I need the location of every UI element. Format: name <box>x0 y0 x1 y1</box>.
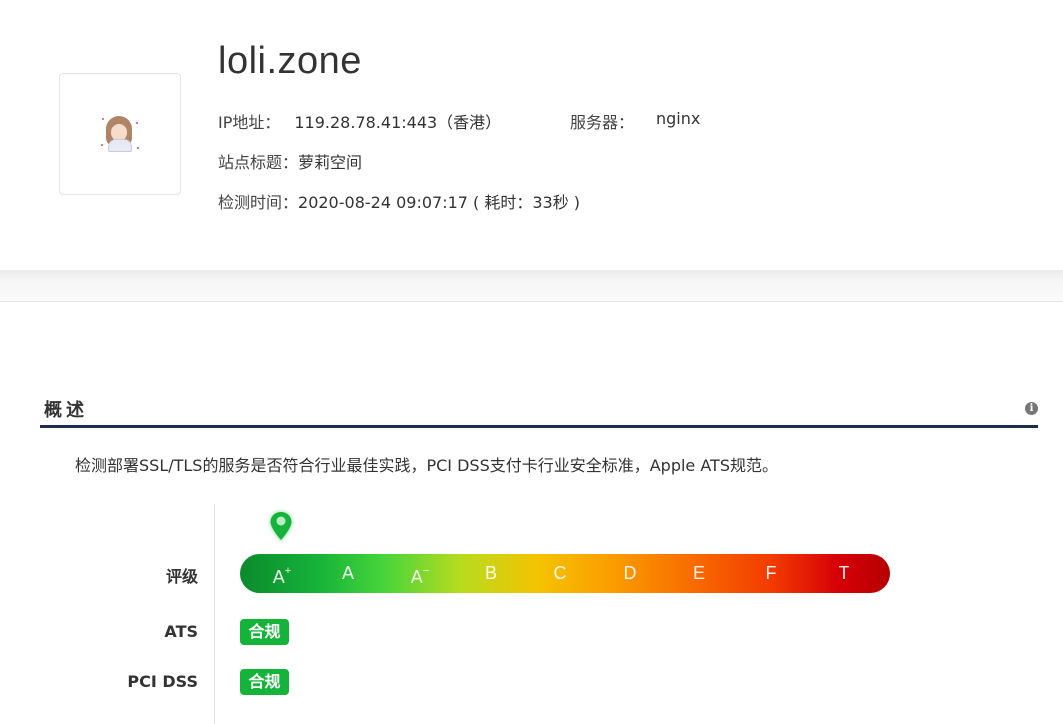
grade-f: F <box>765 563 777 583</box>
server-label: 服务器： <box>570 113 635 132</box>
overview-title: 概述 <box>44 400 88 421</box>
grade-c: C <box>553 563 567 583</box>
pci-dss-label: PCI DSS <box>127 672 198 691</box>
rating-label: 评级 <box>165 567 198 586</box>
pci-dss-status-badge: 合规 <box>240 669 289 695</box>
site-thumbnail <box>59 73 181 195</box>
ip-value: 119.28.78.41:443（香港） <box>294 113 502 132</box>
site-domain-title: loli.zone <box>218 40 362 82</box>
grade-a-minus: A− <box>410 565 430 587</box>
check-time-row: 检测时间：2020-08-24 09:07:17 ( 耗时：33秒 ) <box>218 189 580 213</box>
grade-b: B <box>484 563 497 583</box>
label-column-divider <box>214 504 215 724</box>
section-divider <box>0 270 1063 302</box>
ats-status-badge: 合规 <box>240 619 289 645</box>
site-title-value: 萝莉空间 <box>298 153 363 172</box>
grade-e: E <box>692 563 705 583</box>
check-time-label: 检测时间： <box>218 193 299 212</box>
rating-marker-pin-icon <box>269 511 293 542</box>
grade-t: T <box>838 563 850 583</box>
ip-label: IP地址： <box>218 113 281 132</box>
site-title-row: 站点标题：萝莉空间 <box>218 149 362 173</box>
grade-a-plus: A+ <box>272 565 292 587</box>
site-title-label: 站点标题： <box>218 153 299 172</box>
server-value: nginx <box>656 109 701 128</box>
grade-d: D <box>623 563 637 583</box>
grade-a: A <box>341 563 354 583</box>
check-time-value: 2020-08-24 09:07:17 ( 耗时：33秒 ) <box>298 193 581 212</box>
ip-row: IP地址： 119.28.78.41:443（香港） <box>218 109 501 133</box>
site-favicon-icon <box>100 114 140 154</box>
info-icon[interactable]: i <box>1025 402 1038 415</box>
overview-underline <box>40 425 1038 428</box>
overview-description: 检测部署SSL/TLS的服务是否符合行业最佳实践，PCI DSS支付卡行业安全标… <box>75 456 778 475</box>
rating-scale-bar: A+ A A− B C D E F T <box>240 554 890 593</box>
ats-label: ATS <box>164 622 198 641</box>
